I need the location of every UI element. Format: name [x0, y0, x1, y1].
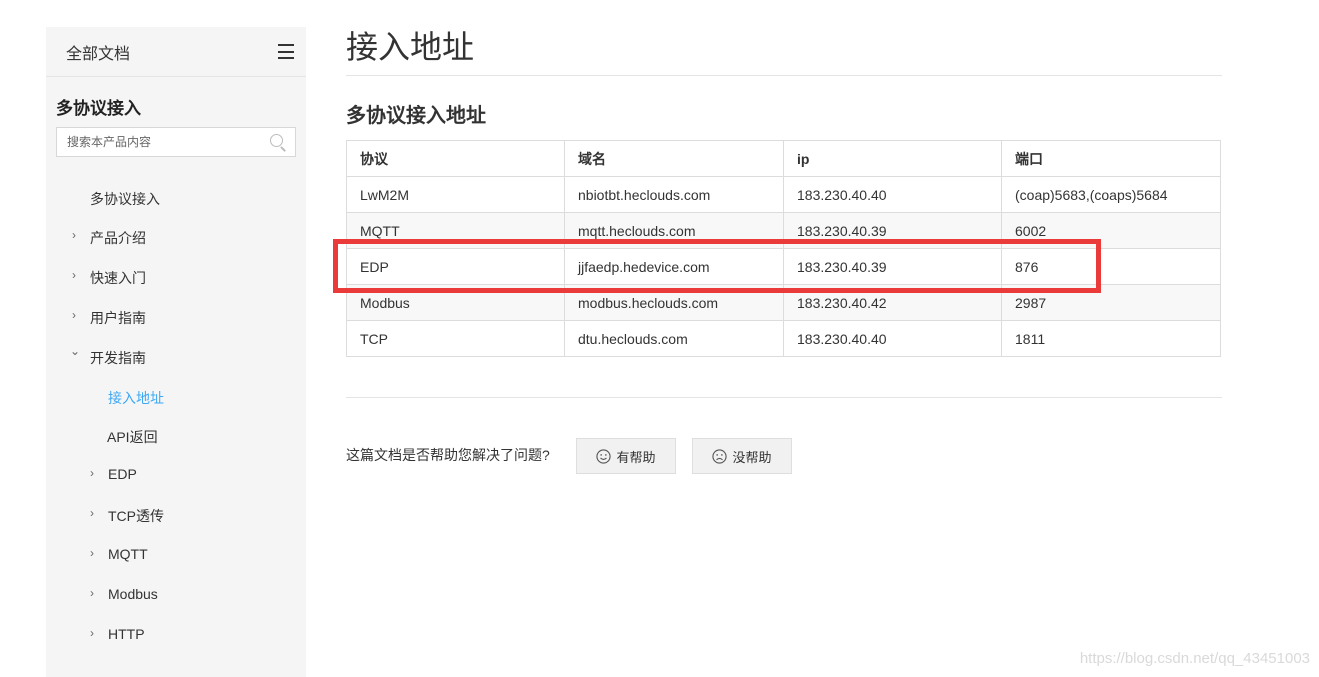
- search-input[interactable]: [67, 135, 257, 149]
- port-cell: 876: [1001, 248, 1221, 285]
- column-header-port: 端口: [1001, 140, 1221, 177]
- column-header-ip: ip: [783, 140, 1002, 177]
- protocol-cell: LwM2M: [346, 176, 565, 213]
- ip-cell: 183.230.40.42: [783, 284, 1002, 321]
- protocol-cell: Modbus: [346, 284, 565, 321]
- sidebar-item-label: 用户指南: [90, 310, 146, 326]
- port-cell: (coap)5683,(coaps)5684: [1001, 176, 1221, 213]
- chevron-right-icon: ›: [90, 506, 94, 520]
- protocol-cell: TCP: [346, 320, 565, 357]
- sidebar-item-modbus[interactable]: › Modbus: [90, 586, 158, 602]
- ip-cell: 183.230.40.40: [783, 176, 1002, 213]
- sidebar-item-tcp[interactable]: › TCP透传: [90, 506, 164, 526]
- ip-cell: 183.230.40.39: [783, 212, 1002, 249]
- sidebar-item-label: 接入地址: [108, 390, 164, 406]
- sidebar-item-api-return[interactable]: API返回: [107, 427, 158, 447]
- section-title: 多协议接入地址: [346, 105, 486, 127]
- sidebar-item-label: 快速入门: [90, 270, 146, 286]
- all-docs-link[interactable]: 全部文档: [66, 40, 130, 64]
- access-address-table: 协议 域名 ip 端口 LwM2M nbiotbt.heclouds.com 1…: [346, 140, 1221, 357]
- domain-cell: dtu.heclouds.com: [564, 320, 784, 357]
- sidebar-item-edp[interactable]: › EDP: [90, 466, 137, 482]
- not-helpful-button[interactable]: 没帮助: [692, 438, 792, 474]
- domain-cell: modbus.heclouds.com: [564, 284, 784, 321]
- sidebar-item-label: Modbus: [108, 586, 158, 602]
- smile-icon: [596, 448, 612, 464]
- sidebar-item-label: EDP: [108, 466, 137, 482]
- content-divider: [346, 397, 1222, 398]
- not-helpful-label: 没帮助: [732, 449, 772, 465]
- sidebar-item-label: HTTP: [108, 626, 145, 642]
- port-cell: 6002: [1001, 212, 1221, 249]
- table-row: LwM2M nbiotbt.heclouds.com 183.230.40.40…: [346, 176, 1221, 213]
- domain-cell: nbiotbt.heclouds.com: [564, 176, 784, 213]
- feedback-question: 这篇文档是否帮助您解决了问题?: [346, 447, 550, 463]
- port-cell: 2987: [1001, 284, 1221, 321]
- helpful-button[interactable]: 有帮助: [576, 438, 676, 474]
- table-row: Modbus modbus.heclouds.com 183.230.40.42…: [346, 284, 1221, 321]
- column-header-protocol: 协议: [346, 140, 565, 177]
- port-cell: 1811: [1001, 320, 1221, 357]
- menu-icon[interactable]: [278, 44, 294, 59]
- frown-icon: [712, 448, 728, 464]
- helpful-label: 有帮助: [616, 449, 656, 465]
- search-icon[interactable]: [269, 133, 287, 152]
- sidebar-section-title: 多协议接入: [56, 99, 141, 118]
- table-row: MQTT mqtt.heclouds.com 183.230.40.39 600…: [346, 212, 1221, 249]
- table-row: EDP jjfaedp.hedevice.com 183.230.40.39 8…: [346, 248, 1221, 285]
- sidebar: 全部文档 多协议接入 多协议接入 › 产品介绍 › 快速入门 › 用户指南 ⌄ …: [46, 27, 306, 677]
- sidebar-item-dev-guide[interactable]: ⌄ 开发指南: [70, 344, 146, 368]
- chevron-right-icon: ›: [90, 626, 94, 640]
- sidebar-item-label: 产品介绍: [90, 230, 146, 246]
- sidebar-item-user-guide[interactable]: › 用户指南: [72, 308, 146, 328]
- chevron-right-icon: ›: [90, 466, 94, 480]
- sidebar-item-http[interactable]: › HTTP: [90, 626, 145, 642]
- ip-cell: 183.230.40.40: [783, 320, 1002, 357]
- chevron-right-icon: ›: [72, 308, 76, 322]
- chevron-down-icon: ⌄: [70, 344, 81, 358]
- ip-cell: 183.230.40.39: [783, 248, 1002, 285]
- protocol-cell: EDP: [346, 248, 565, 285]
- sidebar-item-label: TCP透传: [108, 508, 164, 524]
- chevron-right-icon: ›: [90, 546, 94, 560]
- page-title: 接入地址: [346, 29, 475, 65]
- watermark: https://blog.csdn.net/qq_43451003: [1079, 650, 1310, 667]
- sidebar-header: 全部文档: [46, 27, 306, 77]
- sidebar-search: [56, 127, 296, 157]
- column-header-domain: 域名: [564, 140, 784, 177]
- sidebar-item-quickstart[interactable]: › 快速入门: [72, 268, 146, 288]
- chevron-right-icon: ›: [72, 228, 76, 242]
- chevron-right-icon: ›: [90, 586, 94, 600]
- table-header-row: 协议 域名 ip 端口: [346, 140, 1221, 177]
- protocol-cell: MQTT: [346, 212, 565, 249]
- title-divider: [346, 75, 1222, 76]
- domain-cell: jjfaedp.hedevice.com: [564, 248, 784, 285]
- sidebar-item-mqtt[interactable]: › MQTT: [90, 546, 148, 562]
- domain-cell: mqtt.heclouds.com: [564, 212, 784, 249]
- sidebar-item-access-address[interactable]: 接入地址: [108, 388, 164, 408]
- sidebar-item-product-intro[interactable]: › 产品介绍: [72, 228, 146, 248]
- chevron-right-icon: ›: [72, 268, 76, 282]
- sidebar-item-label: 开发指南: [90, 350, 146, 366]
- sidebar-item-label: MQTT: [108, 546, 148, 562]
- sidebar-item-label: API返回: [107, 429, 158, 445]
- sidebar-item-multiprotocol[interactable]: 多协议接入: [90, 189, 160, 209]
- table-row: TCP dtu.heclouds.com 183.230.40.40 1811: [346, 320, 1221, 357]
- sidebar-item-label: 多协议接入: [90, 191, 160, 207]
